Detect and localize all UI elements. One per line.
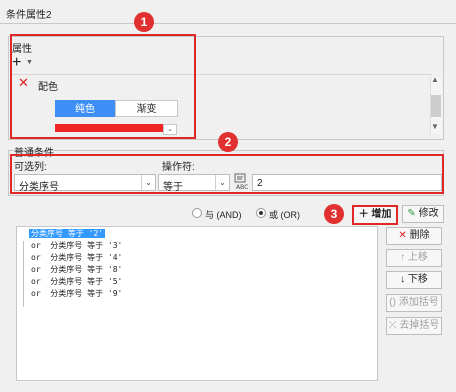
modify-button[interactable]: ✎ 修改 xyxy=(402,205,444,223)
move-up-button-label: 上移 xyxy=(407,252,428,263)
edit-icon: ✎ xyxy=(407,208,416,219)
delete-button[interactable]: ✕ 删除 xyxy=(386,227,442,245)
or-radio[interactable] xyxy=(256,208,266,218)
add-button-label: 增加 xyxy=(371,209,392,220)
condition-tree[interactable]: 分类序号 等于 '2' or 分类序号 等于 '3' or 分类序号 等于 '4… xyxy=(16,226,378,381)
arrow-up-icon: ↑ xyxy=(400,252,406,263)
scroll-down-icon[interactable]: ▼ xyxy=(431,122,439,131)
tree-row[interactable]: or 分类序号 等于 '3' xyxy=(31,241,122,251)
arrow-down-icon: ↓ xyxy=(400,274,406,285)
delete-icon: ✕ xyxy=(398,230,407,241)
tree-row-text: 分类序号 等于 '2' xyxy=(29,229,106,238)
scroll-up-icon[interactable]: ▲ xyxy=(431,75,439,84)
or-label: 或 (OR) xyxy=(269,210,300,220)
title-bar xyxy=(0,0,456,24)
tree-row[interactable]: or 分类序号 等于 '5' xyxy=(31,277,122,287)
highlight-box-1 xyxy=(10,34,196,139)
move-up-button[interactable]: ↑ 上移 xyxy=(386,249,442,267)
move-down-button-label: 下移 xyxy=(407,274,428,285)
tree-connector xyxy=(23,241,24,307)
plus-icon: ＋ xyxy=(358,209,369,220)
remove-bracket-button-label: 去掉括号 xyxy=(399,320,440,331)
annotation-badge-2: 2 xyxy=(218,132,238,152)
tree-row[interactable]: or 分类序号 等于 '9' xyxy=(31,289,122,299)
tree-row[interactable]: 分类序号 等于 '2' xyxy=(29,229,106,239)
modify-button-label: 修改 xyxy=(418,208,439,219)
and-label: 与 (AND) xyxy=(205,210,242,220)
annotation-badge-3: 3 xyxy=(324,204,344,224)
scroll-thumb[interactable] xyxy=(431,95,441,117)
remove-bracket-icon: ⤫ xyxy=(388,320,397,331)
remove-bracket-button[interactable]: ⤫ 去掉括号 xyxy=(386,317,442,335)
bracket-icon: () xyxy=(389,297,396,308)
add-condition-button[interactable]: ＋ 增加 xyxy=(352,205,398,225)
tree-row[interactable]: or 分类序号 等于 '4' xyxy=(31,253,122,263)
annotation-badge-1: 1 xyxy=(134,12,154,32)
add-bracket-button-label: 添加括号 xyxy=(398,297,439,308)
delete-button-label: 删除 xyxy=(409,230,430,241)
and-radio[interactable] xyxy=(192,208,202,218)
move-down-button[interactable]: ↓ 下移 xyxy=(386,271,442,289)
tree-row[interactable]: or 分类序号 等于 '8' xyxy=(31,265,122,275)
highlight-box-2 xyxy=(10,154,444,194)
window-title: 条件属性2 xyxy=(6,10,52,21)
add-bracket-button[interactable]: () 添加括号 xyxy=(386,294,442,312)
